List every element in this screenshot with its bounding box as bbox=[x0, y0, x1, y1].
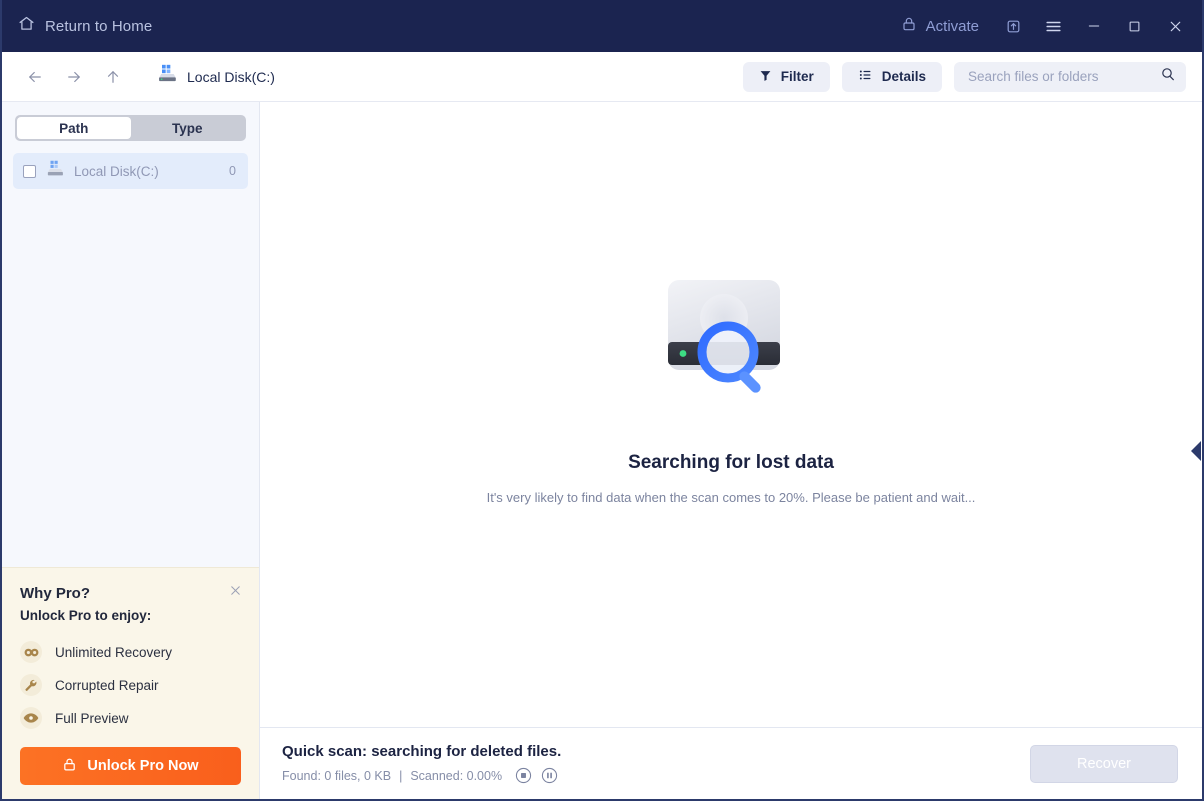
toolbar-actions: Filter Details bbox=[742, 61, 1186, 92]
activate-label: Activate bbox=[925, 17, 979, 35]
minimize-icon[interactable] bbox=[1073, 0, 1114, 52]
title-bar-controls: Activate bbox=[887, 0, 1202, 52]
tab-path-label: Path bbox=[59, 120, 89, 136]
pause-circle-icon[interactable] bbox=[540, 767, 558, 785]
forward-button[interactable] bbox=[59, 62, 89, 92]
scan-title: Quick scan: searching for deleted files. bbox=[282, 742, 562, 760]
feature-label: Unlimited Recovery bbox=[55, 644, 173, 660]
why-pro-subtitle: Unlock Pro to enjoy: bbox=[20, 608, 152, 623]
page-subtitle: It's very likely to find data when the s… bbox=[486, 490, 976, 505]
unlock-pro-label: Unlock Pro Now bbox=[87, 758, 199, 774]
feature-corrupted-repair: Corrupted Repair bbox=[20, 674, 241, 696]
eye-icon bbox=[20, 707, 42, 729]
why-pro-title: Why Pro? bbox=[20, 585, 90, 602]
stop-circle-icon[interactable] bbox=[514, 767, 532, 785]
scan-status-stage: Searching for lost data It's very likely… bbox=[260, 102, 1202, 727]
unlock-pro-button[interactable]: Unlock Pro Now bbox=[20, 747, 241, 785]
home-icon bbox=[18, 15, 35, 37]
feature-unlimited-recovery: Unlimited Recovery bbox=[20, 641, 241, 663]
scan-progress-info: Quick scan: searching for deleted files.… bbox=[282, 743, 561, 785]
feature-label: Full Preview bbox=[55, 710, 129, 726]
maximize-icon[interactable] bbox=[1114, 0, 1155, 52]
page-title: Searching for lost data bbox=[628, 452, 834, 473]
why-pro-features: Unlimited Recovery Corrupted Repair Full… bbox=[20, 641, 241, 729]
found-count: Found: 0 files, 0 KB bbox=[282, 768, 392, 783]
title-bar: Return to Home Activate bbox=[2, 0, 1202, 52]
why-pro-panel: Why Pro? Unlock Pro to enjoy: Unlimited … bbox=[2, 567, 259, 799]
up-button[interactable] bbox=[98, 62, 128, 92]
application-window: Return to Home Activate Local Disk(C:) F… bbox=[0, 0, 1204, 801]
close-icon[interactable] bbox=[1155, 0, 1196, 52]
search-icon[interactable] bbox=[1160, 66, 1176, 87]
details-button[interactable]: Details bbox=[841, 61, 942, 92]
search-input[interactable] bbox=[968, 69, 1160, 84]
triangle-left-icon[interactable] bbox=[1191, 439, 1202, 463]
return-to-home-button[interactable]: Return to Home bbox=[18, 15, 152, 37]
lock-icon bbox=[901, 16, 917, 36]
filter-button[interactable]: Filter bbox=[742, 61, 830, 92]
infinity-icon bbox=[20, 641, 42, 663]
windows-disk-icon bbox=[156, 64, 178, 89]
details-label: Details bbox=[881, 69, 926, 84]
close-icon[interactable] bbox=[225, 580, 245, 600]
funnel-icon bbox=[759, 69, 772, 85]
breadcrumb-label: Local Disk(C:) bbox=[187, 68, 275, 85]
sidebar: Path Type Local Disk(C:) 0 Why Pro? Unlo… bbox=[2, 102, 260, 799]
sidebar-view-tabs: Path Type bbox=[15, 115, 246, 141]
disk-list: Local Disk(C:) 0 bbox=[2, 153, 259, 189]
list-item-count: 0 bbox=[229, 164, 236, 178]
breadcrumb[interactable]: Local Disk(C:) bbox=[156, 64, 275, 89]
disk-checkbox[interactable] bbox=[23, 164, 36, 178]
tab-path[interactable]: Path bbox=[17, 117, 131, 139]
windows-disk-icon bbox=[45, 160, 65, 183]
activate-button[interactable]: Activate bbox=[887, 16, 993, 36]
hamburger-menu-icon[interactable] bbox=[1033, 0, 1073, 52]
tab-type-label: Type bbox=[171, 120, 203, 136]
recover-button[interactable]: Recover bbox=[1030, 744, 1178, 783]
tab-type[interactable]: Type bbox=[131, 117, 245, 139]
return-to-home-label: Return to Home bbox=[45, 17, 153, 35]
back-button[interactable] bbox=[20, 62, 50, 92]
lock-icon bbox=[62, 757, 77, 776]
filter-label: Filter bbox=[780, 69, 814, 84]
disk-search-icon bbox=[656, 266, 806, 408]
list-icon bbox=[858, 68, 873, 85]
list-item-label: Local Disk(C:) bbox=[74, 163, 159, 179]
navigation-toolbar: Local Disk(C:) Filter Details bbox=[2, 52, 1202, 102]
scan-meta: Found: 0 files, 0 KB | Scanned: 0.00% bbox=[282, 767, 561, 785]
feature-label: Corrupted Repair bbox=[55, 677, 159, 693]
status-bar: Quick scan: searching for deleted files.… bbox=[260, 727, 1202, 799]
feature-full-preview: Full Preview bbox=[20, 707, 241, 729]
wrench-icon bbox=[20, 674, 42, 696]
export-icon[interactable] bbox=[993, 0, 1033, 52]
search-box[interactable] bbox=[954, 61, 1186, 92]
main-panel: Searching for lost data It's very likely… bbox=[260, 102, 1202, 799]
meta-separator: | bbox=[399, 768, 403, 783]
scanned-percent: Scanned: 0.00% bbox=[410, 768, 503, 783]
list-item[interactable]: Local Disk(C:) 0 bbox=[13, 153, 248, 189]
content-area: Path Type Local Disk(C:) 0 Why Pro? Unlo… bbox=[2, 102, 1202, 799]
